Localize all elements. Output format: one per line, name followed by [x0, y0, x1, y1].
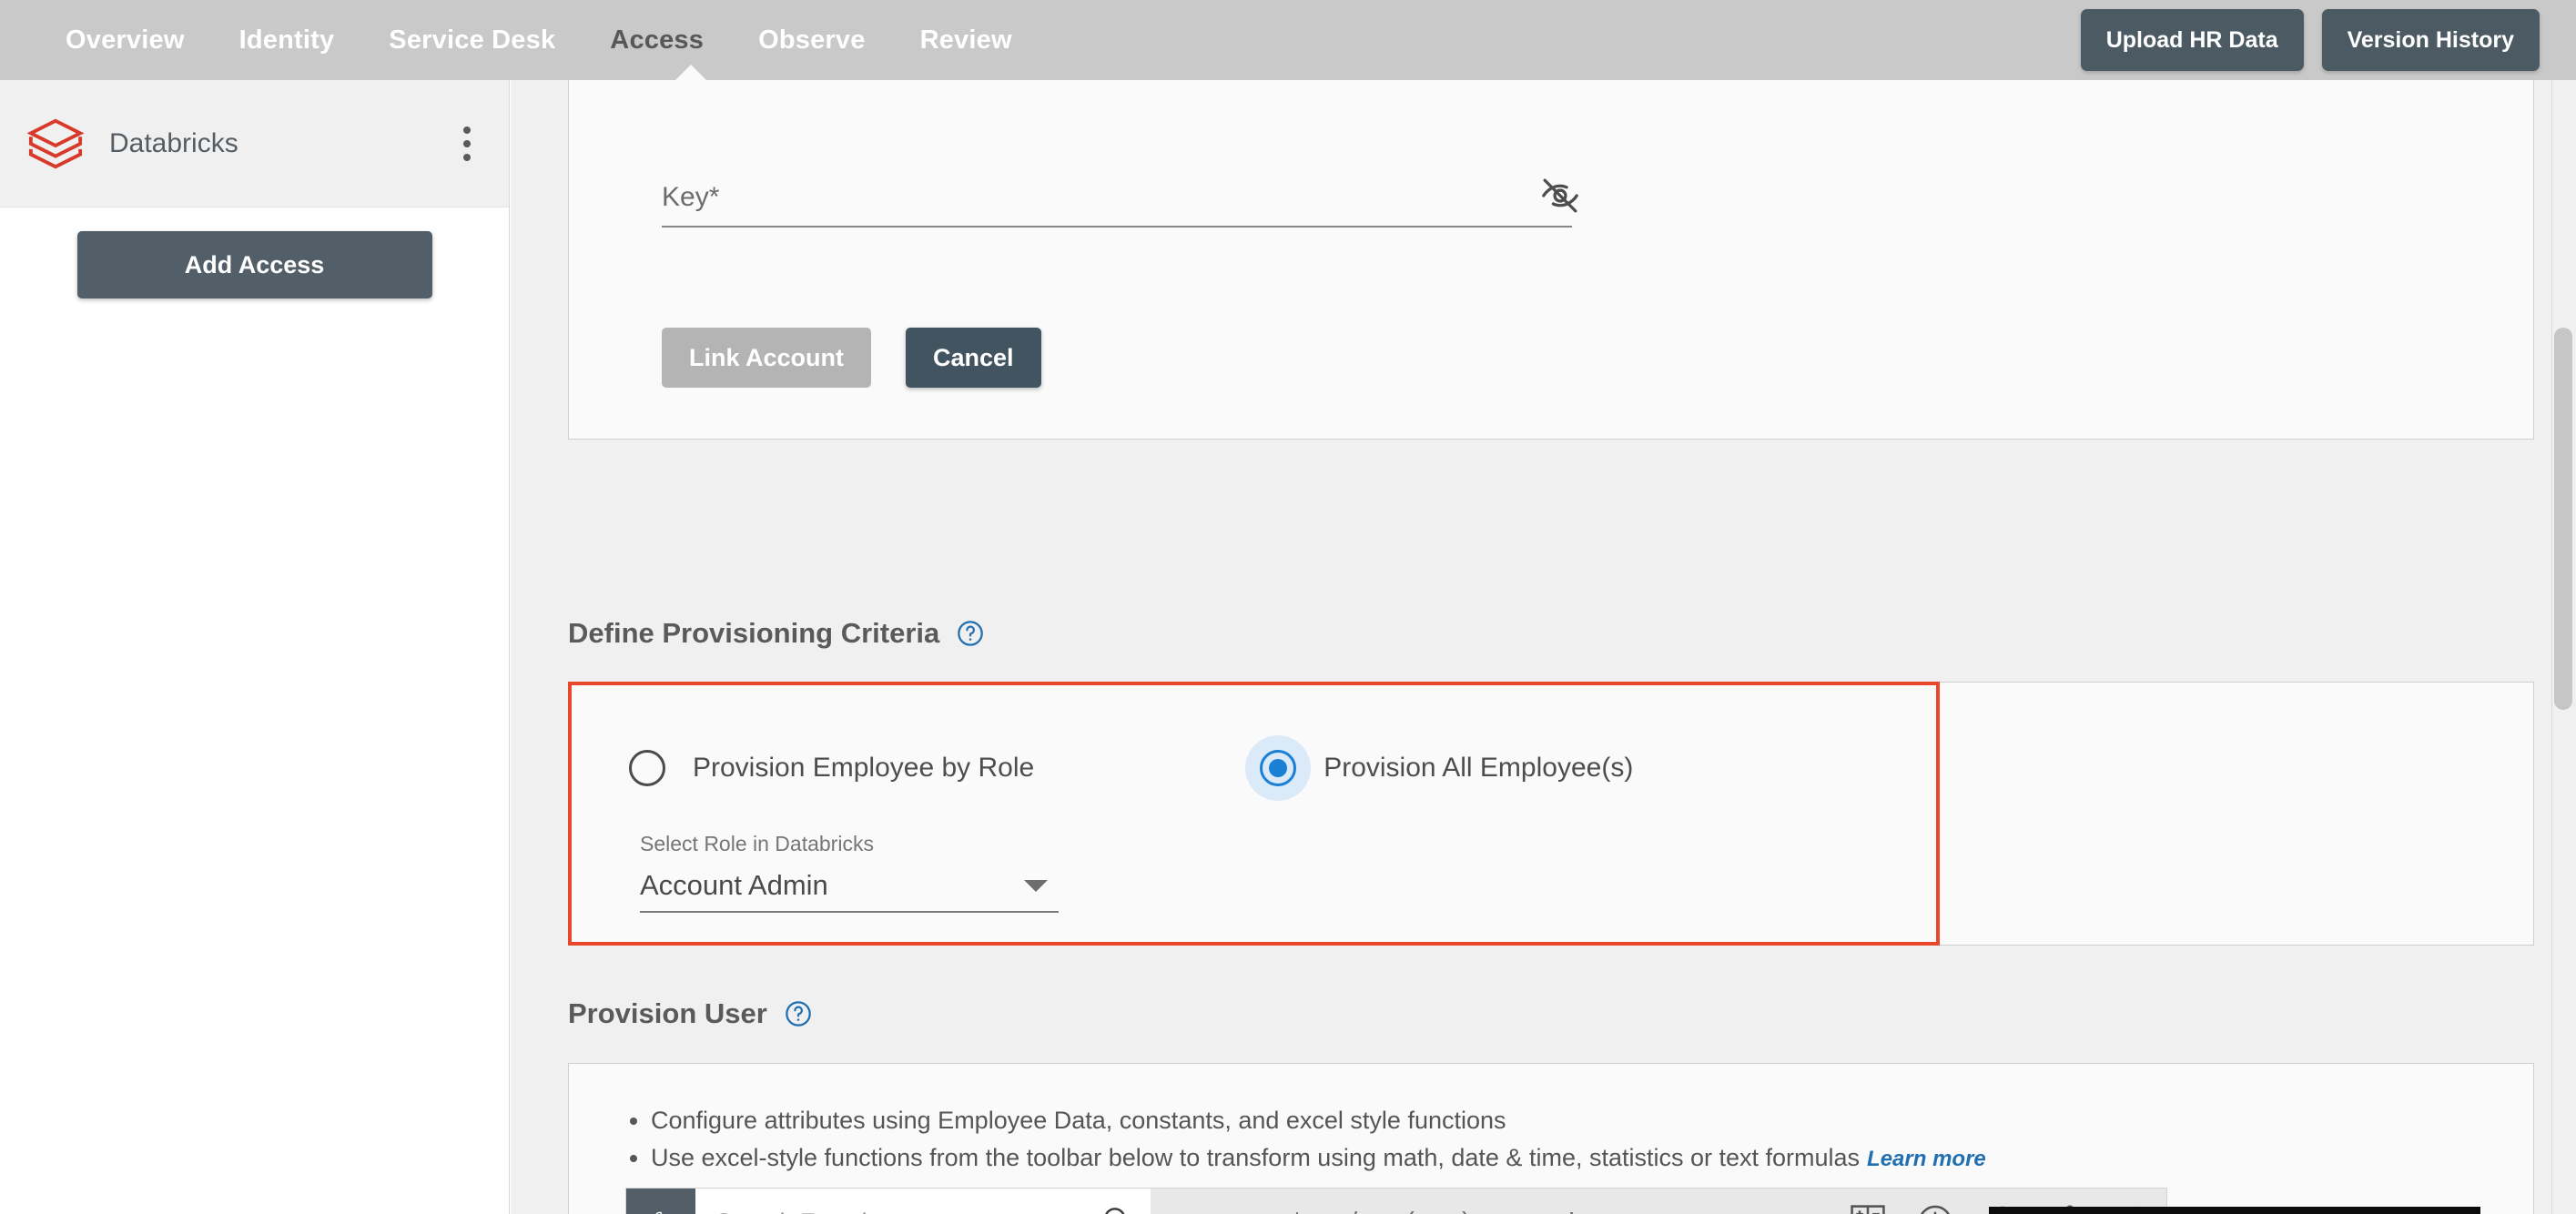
add-access-container: Add Access	[0, 207, 509, 298]
bullet-text-2: Use excel-style functions from the toolb…	[651, 1143, 1861, 1171]
top-navigation-bar: Overview Identity Service Desk Access Ob…	[0, 0, 2576, 80]
operator-greater-than[interactable]: >	[1607, 1189, 1664, 1214]
fx-button[interactable]: fx	[626, 1189, 695, 1214]
date-time-icon[interactable]	[1915, 1202, 1955, 1214]
provisioning-radio-group: Provision Employee by Role Provision All…	[614, 735, 1633, 801]
active-tab-pointer	[675, 65, 706, 80]
operator-close-paren[interactable]: )	[1438, 1189, 1495, 1214]
radio-provision-all-employees[interactable]: Provision All Employee(s)	[1245, 735, 1633, 801]
upload-hr-data-button[interactable]: Upload HR Data	[2080, 9, 2304, 71]
formula-toolbar: fx Search Function + - * / ( )	[625, 1188, 2167, 1214]
operator-not-equals[interactable]: !=	[1551, 1189, 1607, 1214]
role-select[interactable]: Select Role in Databricks Account Admin	[640, 832, 1059, 913]
nav-item-observe[interactable]: Observe	[731, 25, 892, 56]
cancel-button[interactable]: Cancel	[906, 328, 1041, 388]
operator-greater-equal[interactable]: >=	[1777, 1189, 1833, 1214]
add-access-button[interactable]: Add Access	[76, 231, 432, 298]
key-input-wrapper[interactable]: Key*	[662, 182, 1572, 228]
operator-less-equal[interactable]: <=	[1720, 1189, 1777, 1214]
search-icon[interactable]	[1100, 1203, 1134, 1214]
app-root: Overview Identity Service Desk Access Ob…	[0, 0, 2576, 1214]
radio-ring-all-employees	[1245, 735, 1312, 801]
sidebar-app-card-databricks[interactable]: Databricks	[0, 80, 509, 207]
operator-equals[interactable]: =	[1495, 1189, 1551, 1214]
radio-label-by-role: Provision Employee by Role	[693, 753, 1035, 783]
nav-item-access[interactable]: Access	[583, 25, 731, 56]
role-select-value: Account Admin	[640, 869, 828, 901]
left-sidebar: Databricks Add Access	[0, 80, 510, 1214]
help-circle-icon[interactable]	[784, 999, 813, 1028]
provisioning-criteria-card: Provision Employee by Role Provision All…	[568, 682, 2534, 946]
bullet-text-1: Configure attributes using Employee Data…	[651, 1107, 1506, 1134]
radio-provision-by-role[interactable]: Provision Employee by Role	[614, 735, 1034, 801]
nav-item-review[interactable]: Review	[893, 25, 1040, 56]
radio-ring-by-role	[614, 735, 680, 801]
provisioning-criteria-heading: Define Provisioning Criteria	[568, 617, 985, 650]
key-field-row: Key*	[662, 178, 1578, 228]
radio-circle-unselected-icon	[629, 750, 665, 786]
provisioning-criteria-title: Define Provisioning Criteria	[568, 617, 940, 649]
key-field-label: Key*	[662, 182, 720, 212]
eye-off-icon[interactable]	[1539, 175, 1581, 217]
chevron-down-icon[interactable]	[1024, 879, 1048, 892]
nav-item-list: Overview Identity Service Desk Access Ob…	[38, 25, 1040, 56]
kebab-menu-icon[interactable]	[456, 119, 478, 168]
vertical-scrollbar-thumb[interactable]	[2554, 328, 2572, 710]
bottom-edge-bar	[1989, 1207, 2480, 1214]
version-history-button[interactable]: Version History	[2321, 9, 2540, 71]
link-account-button-row: Link Account Cancel	[662, 328, 1041, 388]
operator-button-group: + - * / ( ) = != > < <= >=	[1151, 1189, 1839, 1214]
operator-open-paren[interactable]: (	[1382, 1189, 1438, 1214]
operator-multiply[interactable]: *	[1269, 1189, 1325, 1214]
operator-less-than[interactable]: <	[1664, 1189, 1720, 1214]
nav-item-identity[interactable]: Identity	[212, 25, 362, 56]
list-item: Configure attributes using Employee Data…	[651, 1102, 1986, 1139]
learn-more-link[interactable]: Learn more	[1867, 1147, 1986, 1171]
help-circle-icon[interactable]	[956, 619, 985, 648]
operator-minus[interactable]: -	[1212, 1189, 1269, 1214]
role-select-control[interactable]: Account Admin	[640, 869, 1059, 913]
radio-label-all-employees: Provision All Employee(s)	[1323, 753, 1634, 783]
nav-item-overview[interactable]: Overview	[38, 25, 212, 56]
radio-circle-selected-icon	[1260, 750, 1297, 786]
databricks-logo-icon	[26, 116, 85, 172]
link-account-button[interactable]: Link Account	[662, 328, 872, 388]
provision-user-heading: Provision User	[568, 997, 813, 1030]
search-function-placeholder: Search Function	[715, 1209, 1090, 1214]
role-select-label: Select Role in Databricks	[640, 832, 874, 855]
list-item: Use excel-style functions from the toolb…	[651, 1139, 1986, 1177]
nav-action-buttons: Upload HR Data Version History	[2080, 9, 2540, 71]
provision-user-card: Configure attributes using Employee Data…	[568, 1063, 2534, 1214]
search-function-input[interactable]: Search Function	[695, 1189, 1151, 1214]
main-content-area: Key* Link Account Cancel Define Provisio…	[511, 80, 2576, 1214]
operator-plus[interactable]: +	[1156, 1189, 1212, 1214]
provision-user-title: Provision User	[568, 997, 767, 1029]
vertical-scrollbar-track[interactable]	[2552, 80, 2576, 1214]
sidebar-app-name: Databricks	[109, 127, 238, 158]
math-functions-icon[interactable]	[1848, 1202, 1888, 1214]
link-account-card: Key* Link Account Cancel	[568, 80, 2534, 440]
nav-item-service-desk[interactable]: Service Desk	[361, 25, 583, 56]
provision-user-bullet-list: Configure attributes using Employee Data…	[625, 1102, 1986, 1176]
operator-divide[interactable]: /	[1325, 1189, 1382, 1214]
